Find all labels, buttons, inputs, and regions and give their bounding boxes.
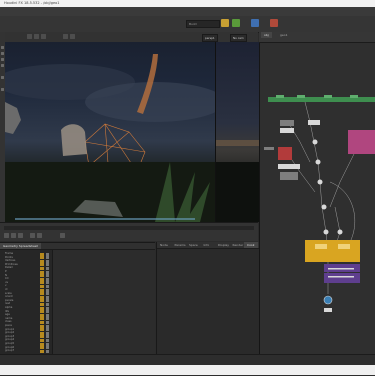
- node-merge[interactable]: [280, 120, 294, 126]
- tab-param-label: Display: [218, 243, 230, 247]
- secondary-render: [216, 140, 259, 222]
- node-attrib[interactable]: [308, 120, 320, 125]
- geometry-spreadsheet: Geometry Spreadsheet Frame Points Vertices…: [0, 242, 155, 355]
- tab-param-label: Node: [160, 243, 168, 247]
- node-red-object[interactable]: [278, 147, 292, 160]
- node-null-a[interactable]: [264, 147, 274, 150]
- scene-viewport[interactable]: [5, 42, 215, 222]
- tab-geometry-spreadsheet-label: Geometry Spreadsheet: [3, 244, 38, 248]
- display-options-icon[interactable]: [63, 34, 68, 39]
- node-dot-5[interactable]: [323, 229, 329, 235]
- render-tool-icon[interactable]: [232, 19, 240, 27]
- parameter-body: [157, 249, 259, 354]
- camera-tool-icon[interactable]: [270, 19, 278, 27]
- tab-param-node[interactable]: Node: [157, 242, 171, 248]
- secondary-viewport[interactable]: [215, 42, 259, 222]
- node-input-b[interactable]: [297, 95, 305, 98]
- node-pink-subnet[interactable]: [348, 130, 375, 154]
- node-sop-b[interactable]: [280, 172, 298, 180]
- window-title: Houdini FX 18.5.532 - /obj/geo1: [4, 1, 60, 5]
- network-tab-row: obj geo1: [259, 32, 375, 38]
- keyframe-icon[interactable]: [60, 233, 65, 238]
- tab-param-info[interactable]: Info: [201, 242, 213, 248]
- node-graph[interactable]: [260, 32, 375, 354]
- timeline: [0, 222, 258, 241]
- network-tabs: obj geo1: [259, 32, 375, 43]
- node-dot-1[interactable]: [312, 139, 318, 145]
- grid-icon[interactable]: [41, 34, 46, 39]
- node-dot-3[interactable]: [317, 179, 323, 185]
- node-yellow-a[interactable]: [315, 244, 327, 249]
- node-dot-6[interactable]: [337, 229, 343, 235]
- tab-geo1-label: geo1: [280, 33, 288, 37]
- light-tool-icon[interactable]: [251, 19, 259, 27]
- display-menu[interactable]: No cam: [230, 34, 247, 42]
- view-tool-icon[interactable]: [1, 88, 4, 91]
- select-tool-icon[interactable]: [1, 46, 4, 49]
- shading-icon[interactable]: [70, 34, 75, 39]
- tab-param-label: Info: [203, 243, 210, 247]
- first-frame-icon[interactable]: [30, 233, 35, 238]
- render-progress-line: [15, 218, 195, 220]
- camera-label: persp1: [205, 36, 215, 40]
- tab-param-label: Params: [174, 243, 186, 247]
- node-transform[interactable]: [280, 128, 294, 133]
- handle-tool-icon[interactable]: [1, 76, 4, 79]
- attribute-name: group7: [5, 349, 15, 353]
- spreadsheet-grid[interactable]: [53, 250, 155, 355]
- tab-param-cook[interactable]: Cook: [244, 242, 258, 248]
- shelf-toolbar: Build: [0, 16, 375, 33]
- scale-tool-icon[interactable]: [1, 64, 4, 67]
- parameter-tabs: Node Params Spare Info Display Render Cook: [157, 242, 259, 249]
- snap-icon[interactable]: [34, 34, 39, 39]
- node-sop-a[interactable]: [278, 164, 300, 169]
- tab-param-spare[interactable]: Spare: [186, 242, 201, 248]
- tab-geometry-spreadsheet[interactable]: Geometry Spreadsheet: [0, 243, 41, 249]
- rock-statue: [61, 124, 87, 156]
- node-dot-4[interactable]: [321, 204, 327, 210]
- attribute-row[interactable]: group7: [0, 349, 52, 353]
- tab-param-label: Render: [232, 243, 244, 247]
- dinosaur-head: [5, 102, 21, 134]
- stop-icon[interactable]: [11, 233, 16, 238]
- last-frame-icon[interactable]: [37, 233, 42, 238]
- tab-geo1[interactable]: geo1: [277, 32, 291, 38]
- node-input-a[interactable]: [276, 95, 284, 98]
- desktop-selector[interactable]: Build: [186, 20, 220, 28]
- tab-obj[interactable]: obj: [261, 32, 272, 38]
- timeline-track[interactable]: [4, 226, 254, 230]
- rotate-tool-icon[interactable]: [1, 58, 4, 61]
- node-rop[interactable]: [324, 308, 332, 312]
- desktop-label: Build: [189, 22, 197, 26]
- network-editor[interactable]: [259, 32, 375, 354]
- create-tool-icon[interactable]: [221, 19, 229, 27]
- tab-param-label: Cook: [247, 243, 255, 247]
- tab-obj-label: obj: [264, 33, 269, 37]
- selection-mode-icon[interactable]: [27, 34, 32, 39]
- camera-menu[interactable]: persp1: [202, 34, 218, 42]
- attribute-toggle[interactable]: [46, 349, 49, 353]
- node-output[interactable]: [323, 295, 333, 305]
- move-tool-icon[interactable]: [1, 52, 4, 55]
- play-back-icon[interactable]: [4, 233, 9, 238]
- attribute-list: Frame Points Vertices Primitives Detail P N Cd u…: [0, 250, 53, 355]
- node-yellow-network-box[interactable]: [305, 240, 360, 262]
- node-input-c[interactable]: [324, 95, 332, 98]
- window-title-bar: Houdini FX 18.5.532 - /obj/geo1: [0, 0, 375, 7]
- parameter-pane: Node Params Spare Info Display Render Cook: [156, 242, 259, 354]
- play-icon[interactable]: [18, 233, 23, 238]
- display-label: No cam: [233, 36, 244, 40]
- attribute-flag[interactable]: [40, 349, 44, 353]
- scene-render: [5, 54, 215, 222]
- node-yellow-b[interactable]: [338, 244, 350, 249]
- tab-param-label: Spare: [189, 243, 198, 247]
- node-purple-b[interactable]: [324, 273, 360, 283]
- network-box-header[interactable]: [268, 97, 375, 102]
- node-dot-2[interactable]: [315, 159, 321, 165]
- taskbar: [0, 365, 375, 375]
- spreadsheet-tabs: Geometry Spreadsheet: [0, 243, 155, 250]
- node-input-d[interactable]: [350, 95, 358, 98]
